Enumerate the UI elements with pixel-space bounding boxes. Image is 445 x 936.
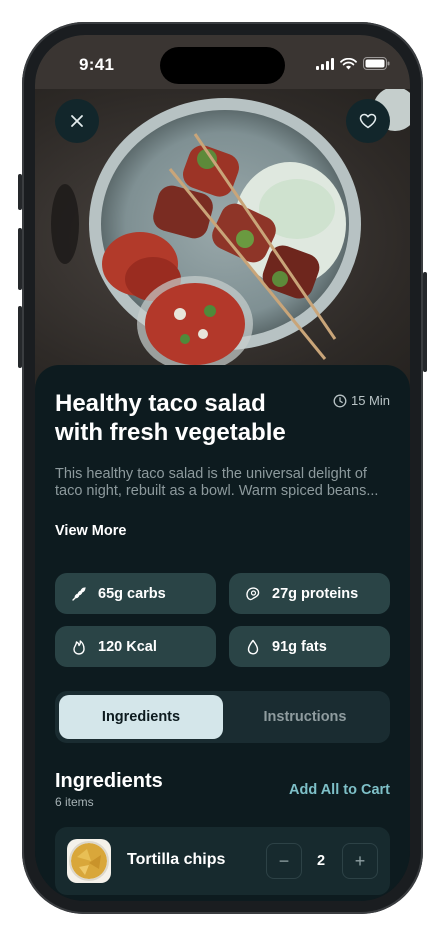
tab-instructions[interactable]: Instructions <box>223 695 387 739</box>
decrease-quantity-button[interactable]: − <box>266 843 302 879</box>
nutrition-chip-label: 65g carbs <box>98 585 166 602</box>
wheat-icon <box>72 586 86 601</box>
nutrition-chip-carbs: 65g carbs <box>55 573 216 614</box>
volume-up-button <box>18 228 22 290</box>
close-button[interactable] <box>55 99 99 143</box>
wifi-icon <box>340 57 357 69</box>
drop-icon <box>247 639 259 654</box>
recipe-description: This healthy taco salad is the universal… <box>55 466 379 499</box>
status-icons <box>316 57 390 70</box>
add-all-to-cart-button[interactable]: Add All to Cart <box>289 782 390 798</box>
favorite-button[interactable] <box>346 99 390 143</box>
recipe-title: Healthy taco salad with fresh vegetable <box>55 390 286 446</box>
cook-time: 15 Min <box>333 393 390 408</box>
increase-quantity-button[interactable]: + <box>342 843 378 879</box>
ingredients-count: 6 items <box>55 795 94 809</box>
battery-icon <box>363 57 390 70</box>
heart-icon <box>359 113 377 129</box>
clock-icon <box>333 394 347 407</box>
tortilla-chips-image <box>69 841 109 881</box>
nutrition-chip-label: 91g fats <box>272 638 327 655</box>
recipe-sheet: Healthy taco salad with fresh vegetable … <box>35 365 410 901</box>
power-button <box>423 272 427 372</box>
tab-ingredients[interactable]: Ingredients <box>59 695 223 739</box>
view-more-link[interactable]: View More <box>55 523 126 539</box>
screen: 9:41 Healthy taco salad with fresh veget… <box>35 35 410 901</box>
ingredients-heading: Ingredients <box>55 770 163 792</box>
nutrition-chip-label: 120 Kcal <box>98 638 157 655</box>
nutrition-chip-label: 27g proteins <box>272 585 359 602</box>
ingredient-quantity: 2 <box>317 853 326 869</box>
protein-icon <box>246 586 260 600</box>
nutrition-chip-fats: 91g fats <box>229 626 390 667</box>
ingredient-thumbnail <box>67 839 111 883</box>
nutrition-chip-kcal: 120 Kcal <box>55 626 216 667</box>
close-icon <box>71 115 83 127</box>
status-time: 9:41 <box>79 55 115 74</box>
signal-icon <box>316 57 334 70</box>
nutrition-chip-proteins: 27g proteins <box>229 573 390 614</box>
flame-icon <box>73 639 85 655</box>
ingredient-row: Tortilla chips − 2 + <box>55 827 390 895</box>
cook-time-label: 15 Min <box>350 393 390 408</box>
tab-switcher: Ingredients Instructions <box>55 691 390 743</box>
mute-switch <box>18 174 22 210</box>
dynamic-island <box>160 47 285 84</box>
ingredient-name: Tortilla chips <box>127 851 226 868</box>
status-bar: 9:41 <box>35 35 410 89</box>
volume-down-button <box>18 306 22 368</box>
